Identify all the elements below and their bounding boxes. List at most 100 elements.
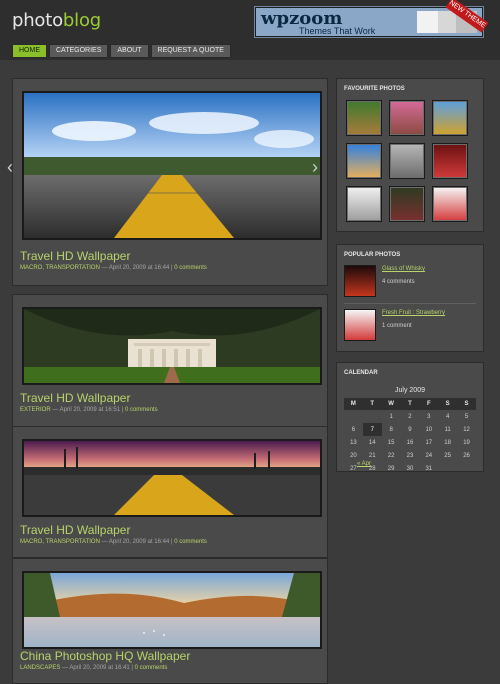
post-comments-link[interactable]: 0 comments [125, 407, 158, 413]
lake-image-svg [24, 573, 320, 647]
calendar-day: 8 [389, 426, 393, 433]
calendar-day-header: W [381, 398, 401, 410]
post-title[interactable]: Travel HD Wallpaper [20, 391, 130, 405]
calendar-day: 29 [387, 465, 395, 472]
favourite-photo-thumb[interactable] [432, 100, 468, 136]
post-categories[interactable]: MACRO, TRANSPORTATION [20, 539, 100, 545]
favourite-photo-thumb[interactable] [389, 186, 425, 222]
post-title[interactable]: China Photoshop HQ Wallpaper [20, 649, 190, 663]
post-comments-link[interactable]: 0 comments [174, 539, 207, 545]
road-sunset-image-svg [24, 441, 320, 515]
post-image-road[interactable] [22, 91, 322, 240]
favourite-photo-thumb[interactable] [346, 100, 382, 136]
favourite-photo-thumb[interactable] [389, 143, 425, 179]
popular-photo-comment-count: 1 comment [382, 323, 412, 329]
popular-photo-thumb[interactable] [344, 265, 376, 297]
calendar-day-header: T [362, 398, 382, 410]
calendar-day: 3 [427, 413, 431, 420]
post-title[interactable]: Travel HD Wallpaper [20, 249, 130, 263]
post-meta: EXTERIOR — April 20, 2009 at 16:51 | 0 c… [20, 407, 158, 413]
plantation-image-svg [24, 309, 320, 383]
calendar-day-header: M [344, 398, 363, 410]
calendar-month: July 2009 [395, 387, 425, 394]
calendar-day: 15 [387, 439, 395, 446]
calendar-day: 16 [406, 439, 414, 446]
popular-photos-widget: POPULAR PHOTOS Glass of Whisky 4 comment… [336, 244, 484, 352]
calendar-day-header: S [438, 398, 458, 410]
calendar-widget: CALENDAR July 2009 M T W T F S S 1 2 3 4… [336, 362, 484, 472]
divider [344, 303, 476, 304]
site-logo[interactable]: photoblog [12, 10, 101, 31]
popular-photo-link[interactable]: Glass of Whisky [382, 266, 425, 272]
post-categories[interactable]: EXTERIOR [20, 407, 51, 413]
post-date: — April 20, 2009 at 16:44 | [101, 265, 173, 271]
popular-photos-title: POPULAR PHOTOS [344, 252, 401, 258]
post-categories[interactable]: LANDSCAPES [20, 665, 60, 671]
calendar-day: 2 [408, 413, 412, 420]
post-image-lake[interactable] [22, 571, 322, 649]
nav-about[interactable]: ABOUT [110, 44, 149, 58]
calendar-day: 1 [389, 413, 393, 420]
calendar-day [344, 410, 363, 423]
calendar-day: 13 [350, 439, 357, 446]
carousel-next-icon[interactable]: › [312, 157, 318, 178]
calendar-day-header: F [419, 398, 439, 410]
calendar-day: 26 [463, 452, 470, 459]
post-meta: MACRO, TRANSPORTATION — April 20, 2009 a… [20, 539, 207, 545]
post-meta: LANDSCAPES — April 20, 2009 at 16:41 | 0… [20, 665, 167, 671]
calendar-day: 19 [463, 439, 470, 446]
post-comments-link[interactable]: 0 comments [174, 265, 207, 271]
calendar-day: 11 [444, 426, 451, 433]
popular-photo-item[interactable]: Fresh Fruit : Strawberry 1 comment [344, 309, 476, 343]
banner-subtitle: Themes That Work [299, 26, 376, 36]
nav-home[interactable]: HOME [12, 44, 47, 58]
calendar-title: CALENDAR [344, 370, 378, 376]
calendar-day: 23 [406, 452, 414, 459]
favourite-photo-thumb[interactable] [432, 186, 468, 222]
nav-request-quote[interactable]: REQUEST A QUOTE [150, 44, 231, 58]
wpzoom-banner[interactable]: wpzoom Themes That Work NEW THEME [254, 0, 489, 38]
calendar-day-header: T [400, 398, 420, 410]
favourite-photo-thumb[interactable] [346, 186, 382, 222]
favourite-photos-title: FAVOURITE PHOTOS [344, 86, 405, 92]
calendar-day: 22 [387, 452, 395, 459]
post-card: ‹ › Travel HD Wallpaper MACRO, TRANSPORT… [7, 78, 328, 286]
calendar-day: 10 [425, 426, 433, 433]
calendar-day: 6 [351, 426, 356, 433]
post-image-road-sunset[interactable] [22, 439, 322, 517]
post-date: — April 20, 2009 at 16:44 | [101, 539, 173, 545]
carousel-prev-icon[interactable]: ‹ [7, 157, 13, 178]
post-date: — April 20, 2009 at 16:41 | [62, 665, 133, 671]
popular-photo-link[interactable]: Fresh Fruit : Strawberry [382, 310, 445, 316]
post-card: Travel HD Wallpaper MACRO, TRANSPORTATIO… [12, 426, 328, 558]
calendar-day: 31 [425, 465, 433, 472]
popular-photo-thumb[interactable] [344, 309, 376, 341]
favourite-photo-thumb[interactable] [432, 143, 468, 179]
calendar-day [438, 462, 457, 475]
calendar-day: 14 [368, 439, 376, 446]
post-image-plantation[interactable] [22, 307, 322, 385]
site-header: photoblog wpzoom Themes That Work NEW TH… [0, 0, 500, 60]
main-nav: HOME CATEGORIES ABOUT REQUEST A QUOTE [12, 44, 231, 58]
calendar-day [457, 462, 476, 475]
calendar-day: 17 [425, 439, 433, 446]
popular-photo-item[interactable]: Glass of Whisky 4 comments [344, 265, 476, 299]
calendar-day: 4 [445, 413, 450, 420]
post-comments-link[interactable]: 0 comments [135, 665, 168, 671]
favourite-photo-thumb[interactable] [389, 100, 425, 136]
road-image-svg [24, 93, 320, 238]
post-title[interactable]: Travel HD Wallpaper [20, 523, 130, 537]
calendar-day: 12 [463, 426, 470, 433]
post-categories[interactable]: MACRO, TRANSPORTATION [20, 265, 100, 271]
calendar-prev-month-link[interactable]: « Apr [357, 461, 371, 467]
calendar-day: 30 [406, 465, 414, 472]
logo-text-photo: photo [12, 10, 63, 31]
calendar-day [363, 410, 382, 423]
favourite-photo-thumb[interactable] [346, 143, 382, 179]
logo-text-blog: blog [62, 10, 101, 31]
favourite-photos-widget: FAVOURITE PHOTOS [336, 78, 484, 232]
post-card: China Photoshop HQ Wallpaper LANDSCAPES … [12, 558, 328, 684]
nav-categories[interactable]: CATEGORIES [49, 44, 109, 58]
post-meta: MACRO, TRANSPORTATION — April 20, 2009 a… [20, 265, 207, 271]
calendar-day: 24 [425, 452, 433, 459]
